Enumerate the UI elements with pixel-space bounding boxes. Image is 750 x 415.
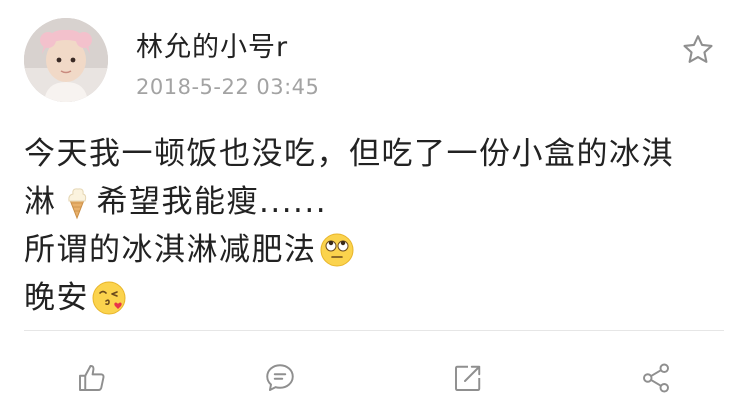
thumbs-up-icon bbox=[79, 365, 105, 391]
kiss-emoji-icon bbox=[92, 281, 126, 315]
favorite-button[interactable] bbox=[678, 30, 718, 70]
post-content: 今天我一顿饭也没吃，但吃了一份小盒的冰淇 淋 希望我能瘦...... 所谓的冰淇… bbox=[24, 130, 724, 322]
author-name[interactable]: 林允的小号r bbox=[136, 32, 288, 64]
post-header: 林允的小号r 2018-5-22 03:45 bbox=[24, 18, 724, 108]
share-icon bbox=[643, 363, 669, 393]
comment-icon bbox=[266, 364, 294, 391]
avatar-image bbox=[24, 18, 108, 102]
post-line-3: 所谓的冰淇淋减肥法 bbox=[24, 226, 724, 274]
post-text: 所谓的冰淇淋减肥法 bbox=[24, 232, 317, 268]
post-text: 淋 bbox=[24, 184, 57, 220]
repost-icon bbox=[455, 365, 481, 391]
eye-roll-emoji-icon bbox=[320, 233, 353, 267]
avatar[interactable] bbox=[24, 18, 108, 102]
post-line-4: 晚安 bbox=[24, 274, 724, 322]
repost-button[interactable] bbox=[446, 356, 490, 400]
post-text: 晚安 bbox=[24, 280, 89, 316]
like-button[interactable] bbox=[70, 356, 114, 400]
post-timestamp: 2018-5-22 03:45 bbox=[136, 75, 320, 99]
share-button[interactable] bbox=[634, 356, 678, 400]
ice-cream-icon bbox=[67, 188, 86, 220]
post-line-1: 今天我一顿饭也没吃，但吃了一份小盒的冰淇 bbox=[24, 130, 724, 178]
post-text: 希望我能瘦...... bbox=[96, 184, 328, 220]
comment-button[interactable] bbox=[258, 356, 302, 400]
post-line-2: 淋 希望我能瘦...... bbox=[24, 178, 724, 226]
action-bar bbox=[0, 340, 750, 415]
post-text: 今天我一顿饭也没吃，但吃了一份小盒的冰淇 bbox=[24, 136, 674, 172]
star-icon bbox=[683, 35, 713, 63]
divider bbox=[24, 330, 724, 331]
